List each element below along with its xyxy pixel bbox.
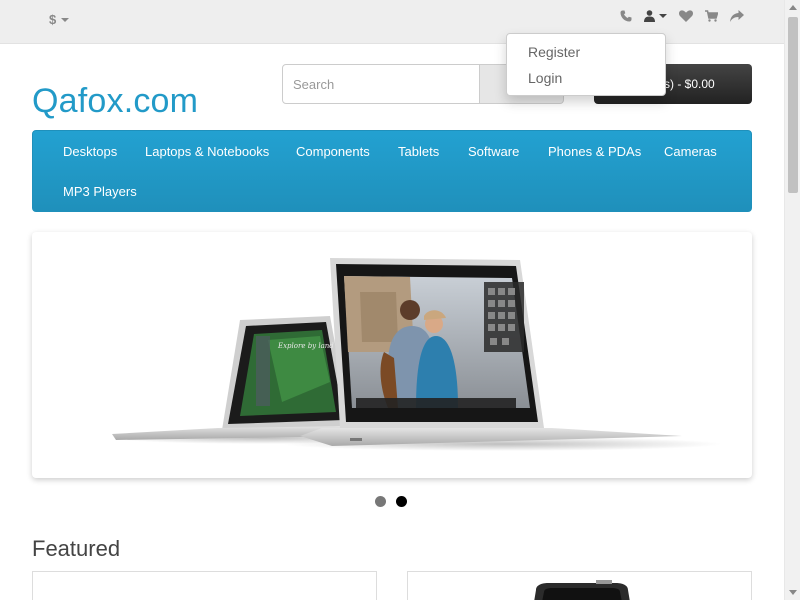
cart-icon[interactable] [705, 10, 718, 22]
slide-dot-2-active[interactable] [396, 496, 407, 507]
currency-selector[interactable]: $ [49, 12, 70, 27]
menu-item-phones[interactable]: Phones & PDAs [548, 144, 641, 159]
slide-dot-1[interactable] [375, 496, 386, 507]
scroll-up-arrow-icon[interactable] [789, 5, 797, 10]
account-dropdown-menu: Register Login [506, 33, 666, 96]
product-card[interactable] [407, 571, 752, 600]
product-image [534, 580, 630, 600]
site-logo[interactable]: Qafox.com [32, 82, 198, 121]
chevron-down-icon [61, 17, 70, 22]
laptop-banner-image: Explore by land [112, 258, 722, 451]
dropdown-item-login[interactable]: Login [507, 66, 665, 92]
menu-item-mp3-players[interactable]: MP3 Players [63, 184, 137, 199]
main-menu: Desktops Laptops & Notebooks Components … [32, 130, 752, 212]
slideshow[interactable]: Explore by land [32, 232, 752, 478]
menu-item-software[interactable]: Software [468, 144, 519, 159]
top-links [620, 10, 744, 22]
top-bar: $ [0, 0, 784, 44]
svg-text:Explore by land: Explore by land [277, 342, 334, 350]
slideshow-pagination [375, 496, 407, 507]
search-input[interactable]: Search [282, 64, 480, 104]
scroll-down-arrow-icon[interactable] [789, 590, 797, 595]
menu-item-cameras[interactable]: Cameras [664, 144, 717, 159]
menu-item-desktops[interactable]: Desktops [63, 144, 117, 159]
dropdown-item-register[interactable]: Register [507, 40, 665, 66]
chevron-down-icon [659, 14, 667, 18]
currency-symbol: $ [49, 12, 57, 27]
menu-item-laptops[interactable]: Laptops & Notebooks [145, 144, 269, 159]
product-card[interactable] [32, 571, 377, 600]
user-icon [644, 10, 655, 22]
featured-heading: Featured [32, 536, 121, 561]
menu-item-tablets[interactable]: Tablets [398, 144, 439, 159]
heart-icon[interactable] [679, 10, 693, 22]
share-icon[interactable] [730, 10, 744, 22]
vertical-scrollbar[interactable] [784, 0, 800, 600]
phone-icon[interactable] [620, 10, 632, 22]
menu-item-components[interactable]: Components [296, 144, 370, 159]
scrollbar-thumb[interactable] [788, 17, 798, 193]
account-dropdown-toggle[interactable] [644, 10, 667, 22]
